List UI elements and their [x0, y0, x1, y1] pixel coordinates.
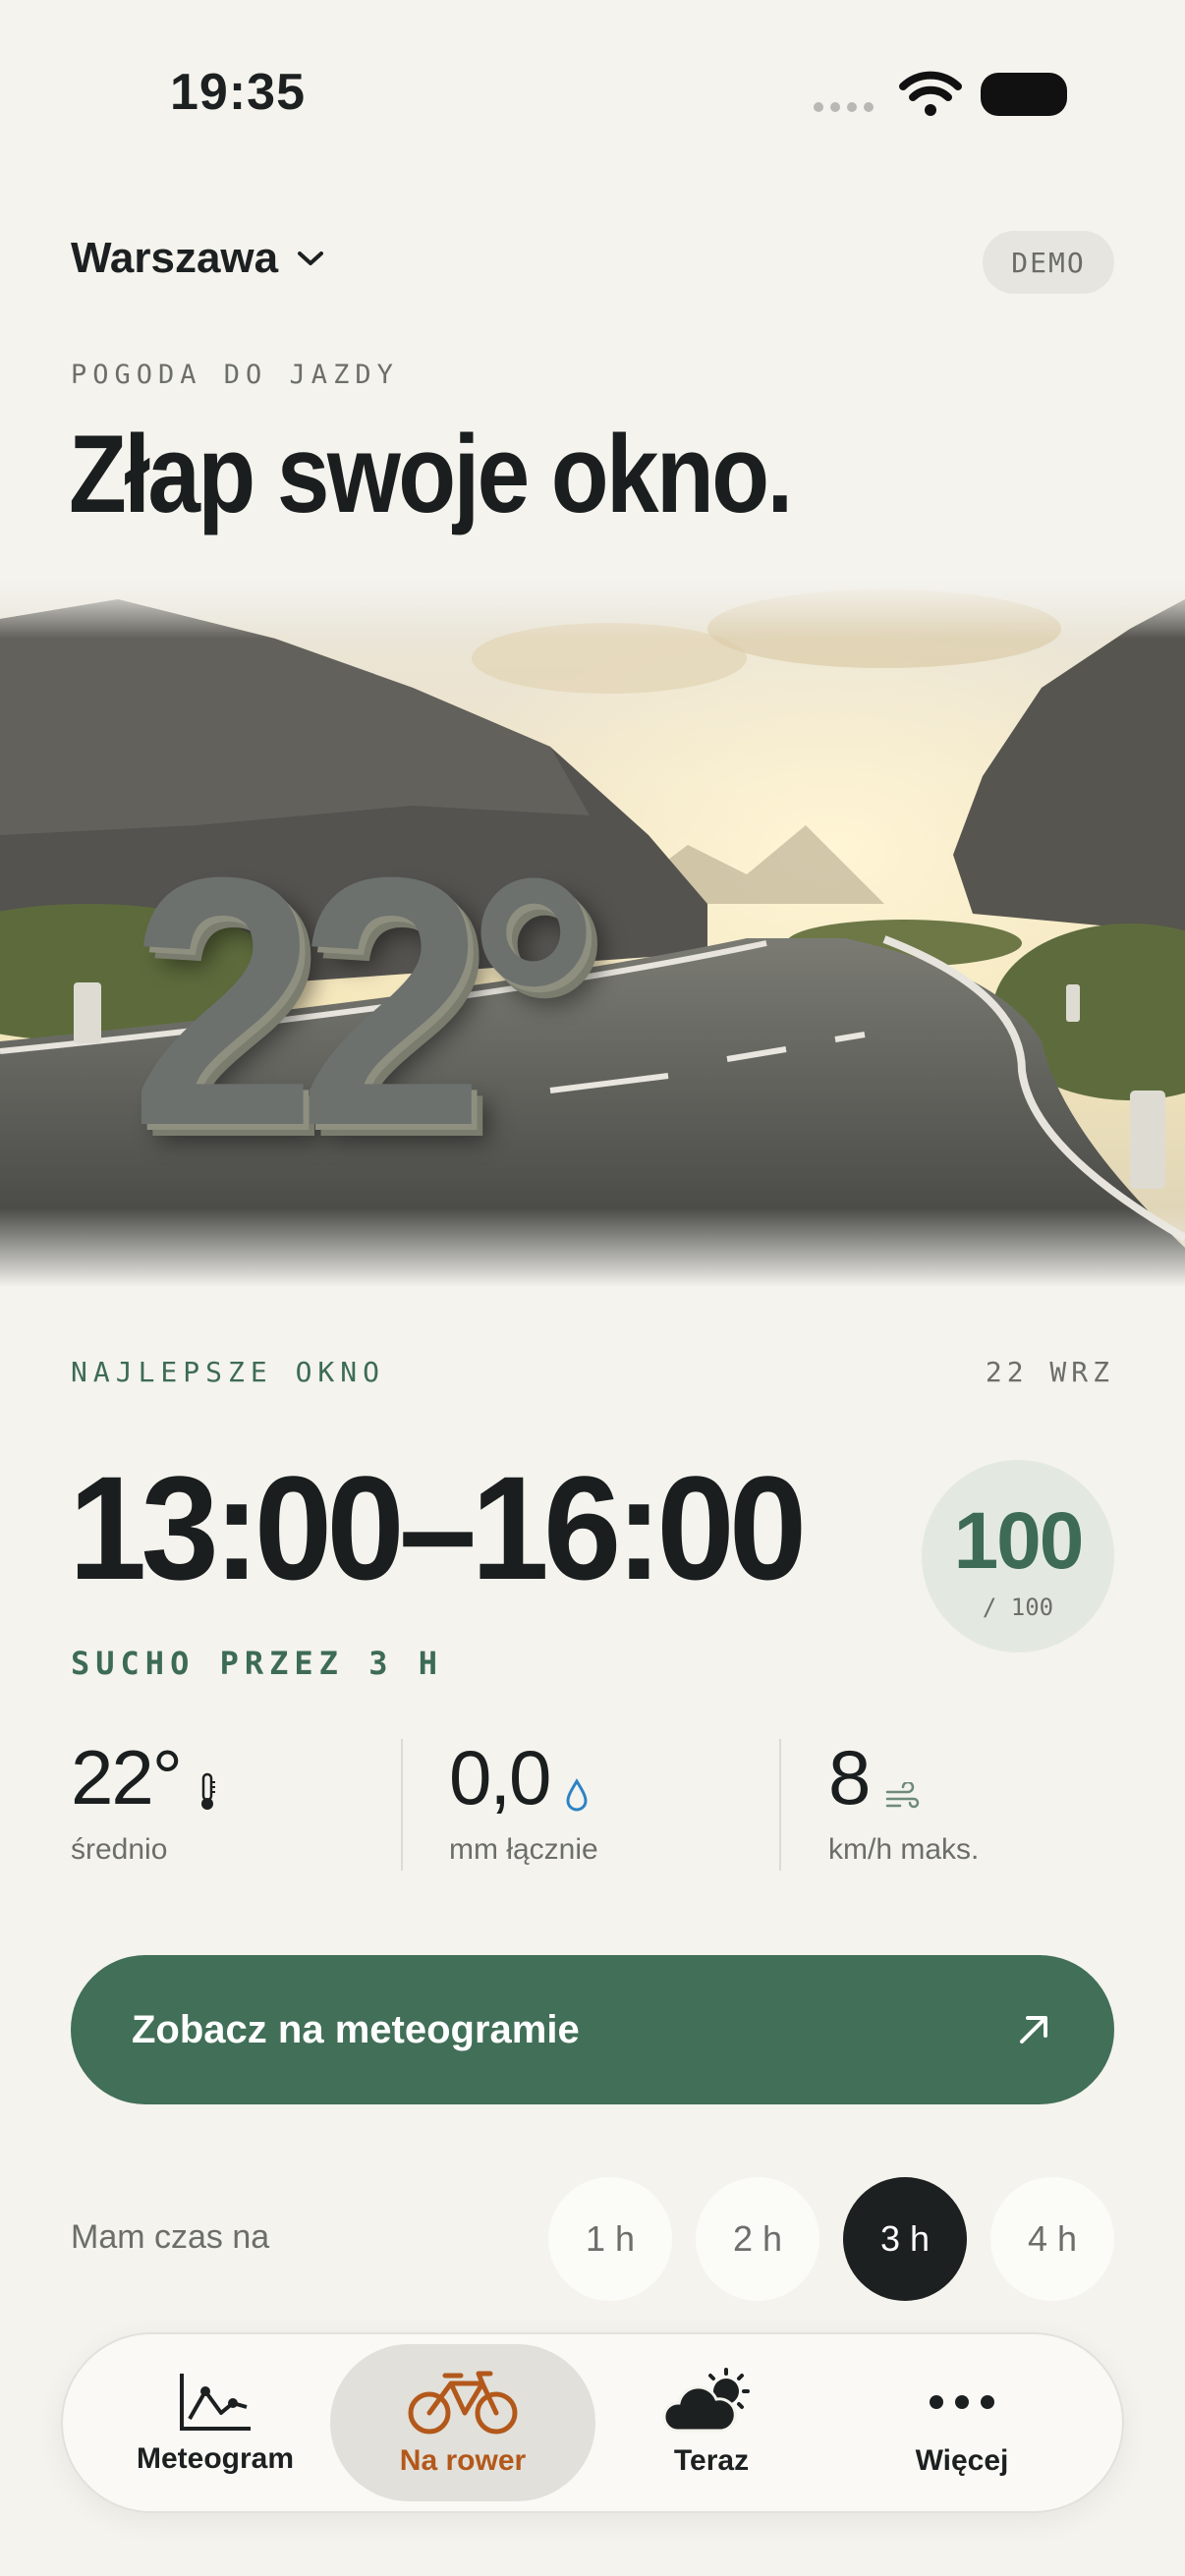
- best-window-date: 22 WRZ: [985, 1356, 1114, 1388]
- status-time: 19:35: [170, 64, 306, 121]
- tab-bike-label: Na rower: [399, 2444, 527, 2477]
- page-title: Złap swoje okno.: [69, 413, 793, 535]
- stat-wind-value: 8: [828, 1734, 871, 1820]
- best-window-label: NAJLEPSZE OKNO: [71, 1356, 386, 1388]
- sun-cloud-icon: [662, 2368, 750, 2433]
- tab-bar: Meteogram Na rower Teraz Więcej: [61, 2332, 1124, 2513]
- hero-temperature: 22°: [130, 805, 600, 1200]
- tab-now[interactable]: Teraz: [579, 2344, 844, 2501]
- tab-meteogram[interactable]: Meteogram: [83, 2344, 348, 2501]
- city-name: Warszawa: [71, 234, 279, 282]
- duration-option-3h[interactable]: 3 h: [843, 2177, 967, 2301]
- signal-dots-icon: [814, 102, 874, 112]
- stat-temperature-label: średnio: [71, 1833, 168, 1866]
- thermometer-icon: [200, 1772, 215, 1810]
- stat-temperature-value: 22°: [71, 1734, 183, 1820]
- duration-option-2h[interactable]: 2 h: [696, 2177, 819, 2301]
- open-meteogram-label: Zobacz na meteogramie: [132, 2007, 580, 2051]
- wind-icon: [886, 1782, 920, 1809]
- raindrop-icon: [566, 1778, 588, 1812]
- chevron-down-icon: [298, 252, 324, 265]
- tab-more[interactable]: Więcej: [829, 2344, 1095, 2501]
- stat-wind: 8 km/h maks.: [828, 1739, 1153, 1867]
- dry-duration-label: SUCHO PRZEZ 3 H: [71, 1645, 443, 1682]
- open-meteogram-button[interactable]: Zobacz na meteogramie: [71, 1955, 1114, 2104]
- stat-temperature: 22° średnio: [71, 1739, 395, 1867]
- eyebrow-label: POGODA DO JAZDY: [71, 360, 399, 390]
- tab-more-label: Więcej: [915, 2444, 1009, 2477]
- hero-image: 22°: [0, 580, 1185, 1287]
- bicycle-icon: [408, 2371, 518, 2435]
- more-dots-icon: [930, 2395, 994, 2409]
- stat-divider: [779, 1739, 781, 1871]
- best-window-range: 13:00–16:00: [69, 1445, 807, 1610]
- stat-precipitation-value: 0,0: [449, 1734, 551, 1820]
- ride-score-value: 100: [953, 1496, 1085, 1586]
- tab-now-label: Teraz: [673, 2444, 750, 2477]
- stat-precipitation: 0,0 mm łącznie: [449, 1739, 773, 1867]
- duration-option-4h[interactable]: 4 h: [990, 2177, 1114, 2301]
- stat-divider: [401, 1739, 403, 1871]
- ride-score-badge: 100 / 100: [922, 1460, 1114, 1652]
- stat-wind-label: km/h maks.: [828, 1833, 980, 1866]
- city-selector[interactable]: Warszawa: [71, 234, 325, 283]
- ride-score-max: / 100: [982, 1594, 1054, 1621]
- chart-line-icon: [180, 2374, 251, 2431]
- tab-meteogram-label: Meteogram: [136, 2442, 295, 2475]
- stat-precipitation-label: mm łącznie: [449, 1833, 598, 1866]
- arrow-up-right-icon: [1020, 2016, 1047, 2044]
- duration-option-1h[interactable]: 1 h: [548, 2177, 672, 2301]
- duration-label: Mam czas na: [71, 2218, 270, 2256]
- battery-icon: [981, 73, 1067, 116]
- wifi-icon: [899, 71, 962, 116]
- tab-bike[interactable]: Na rower: [330, 2344, 595, 2501]
- demo-badge: DEMO: [983, 231, 1114, 294]
